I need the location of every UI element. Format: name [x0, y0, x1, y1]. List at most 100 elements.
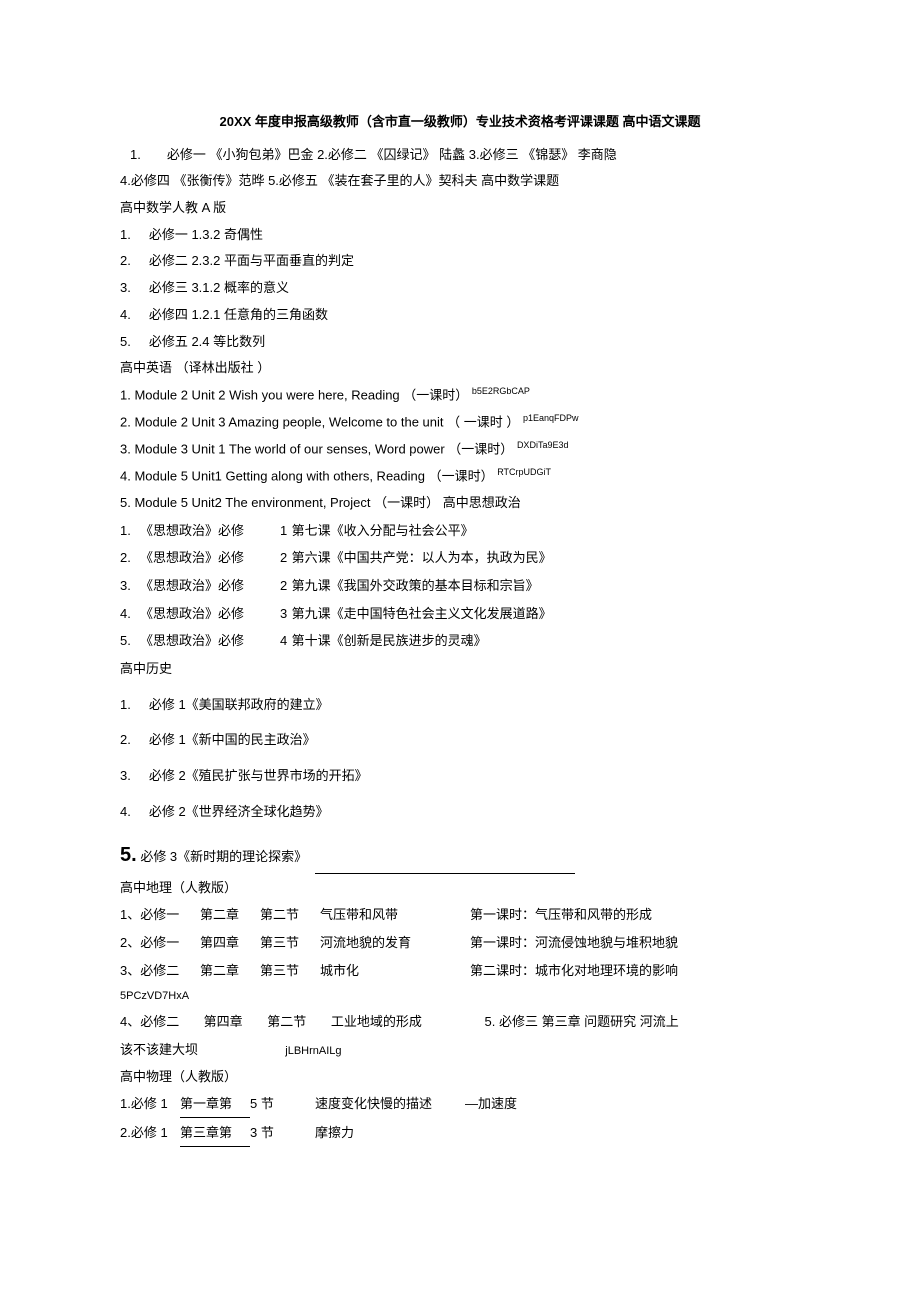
geo-head: 高中地理（人教版）	[120, 876, 800, 901]
math-item: 3. 必修三 3.1.2 概率的意义	[120, 276, 800, 301]
list-number: 1.	[120, 693, 131, 718]
geo-c2: 第二章	[200, 959, 260, 984]
geo-tail-a: 该不该建大坝	[120, 1042, 198, 1057]
geo-c3: 第三节	[260, 931, 320, 956]
politics-title: 第六课《中国共产党：以人为本，执政为民》	[292, 550, 552, 565]
phys-list: 1.必修 1第一章第5 节速度变化快慢的描述—加速度 2.必修 1第三章第3 节摩…	[120, 1092, 800, 1146]
list-number: 4.	[120, 468, 134, 483]
politics-book: 《思想政治》必修	[140, 574, 280, 599]
geo-row: 3、必修二第二章第三节城市化第二课时：城市化对地理环境的影响	[120, 959, 800, 984]
geo-c5: 第一课时：河流侵蚀地貌与堆积地貌	[470, 931, 678, 956]
phys-head: 高中物理（人教版）	[120, 1065, 800, 1090]
politics-list: 1.《思想政治》必修1 第七课《收入分配与社会公平》2.《思想政治》必修2 第六…	[120, 519, 800, 654]
english-item-text: Module 2 Unit 3 Amazing people, Welcome …	[134, 414, 519, 429]
phys-c2: 第一章第	[180, 1092, 250, 1118]
geo-c5: 第二课时：城市化对地理环境的影响	[470, 959, 678, 984]
list-number: 2.	[120, 546, 140, 571]
math-item: 2. 必修二 2.3.2 平面与平面垂直的判定	[120, 249, 800, 274]
politics-item: 4.《思想政治》必修3 第九课《走中国特色社会主义文化发展道路》	[120, 602, 800, 627]
list-number: 4.	[120, 800, 131, 825]
politics-vol: 2	[280, 546, 288, 571]
politics-vol: 3	[280, 602, 288, 627]
geo-c2: 第四章	[200, 931, 260, 956]
geo-c2: 第四章	[204, 1010, 264, 1035]
phys-c4: 摩擦力	[295, 1121, 465, 1146]
politics-item: 2.《思想政治》必修2 第六课《中国共产党：以人为本，执政为民》	[120, 546, 800, 571]
politics-vol: 1	[280, 519, 288, 544]
history-head: 高中历史	[120, 657, 800, 682]
phys-c5: —加速度	[465, 1092, 517, 1117]
math-item-text: 必修三 3.1.2 概率的意义	[149, 280, 289, 295]
history-item: 4.必修 2《世界经济全球化趋势》	[120, 800, 800, 825]
list-number: 2.	[120, 249, 131, 274]
geo-tail-b: jLBHrnAILg	[285, 1045, 341, 1057]
english-item: 4. Module 5 Unit1 Getting along with oth…	[120, 464, 800, 489]
geo-row: 2、必修一第四章第三节河流地貌的发育第一课时：河流侵蚀地貌与堆积地貌	[120, 931, 800, 956]
math-item: 4.必修四 1.2.1 任意角的三角函数	[120, 303, 800, 328]
geo-c4: 城市化	[320, 959, 470, 984]
history-item-5-text: 必修 3《新时期的理论探索》	[140, 849, 307, 864]
sup-code: DXDiTa9E3d	[517, 440, 569, 450]
underline-rule	[315, 870, 575, 874]
math-item-text: 必修一 1.3.2 奇偶性	[149, 227, 263, 242]
geo-c1: 2、必修一	[120, 931, 200, 956]
math-item-text: 必修二 2.3.2 平面与平面垂直的判定	[149, 253, 354, 268]
politics-vol: 2	[280, 574, 288, 599]
english-item-text: Module 3 Unit 1 The world of our senses,…	[134, 441, 513, 456]
english-head: 高中英语 （译林出版社 ）	[120, 356, 800, 381]
politics-item: 5.《思想政治》必修4 第十课《创新是民族进步的灵魂》	[120, 629, 800, 654]
history-item-text: 必修 2《殖民扩张与世界市场的开拓》	[149, 768, 368, 783]
math-item: 5.必修五 2.4 等比数列	[120, 330, 800, 355]
english-item-text: Module 5 Unit1 Getting along with others…	[134, 468, 493, 483]
geo-c4: 河流地貌的发育	[320, 931, 470, 956]
chinese-line-1: 1. 必修一 《小狗包弟》巴金 2.必修二 《囚绿记》 陆蠡 3.必修三 《锦瑟…	[120, 143, 800, 168]
phys-c4: 速度变化快慢的描述	[295, 1092, 465, 1117]
math-item-text: 必修五 2.4 等比数列	[149, 334, 265, 349]
geo-c3: 第二节	[267, 1010, 327, 1035]
sup-code: b5E2RGbCAP	[472, 386, 530, 396]
politics-book: 《思想政治》必修	[140, 602, 280, 627]
politics-vol: 4	[280, 629, 288, 654]
politics-title: 第七课《收入分配与社会公平》	[292, 523, 474, 538]
english-list: 1. Module 2 Unit 2 Wish you were here, R…	[120, 383, 800, 489]
geo-c1: 4、必修二	[120, 1010, 200, 1035]
geo-row: 1、必修一第二章第二节气压带和风带第一课时：气压带和风带的形成	[120, 903, 800, 928]
big-5-number: 5.	[120, 844, 137, 866]
history-item-text: 必修 1《新中国的民主政治》	[149, 732, 316, 747]
phys-c3: 5 节	[250, 1092, 295, 1117]
list-number: 1.	[120, 519, 140, 544]
geo-c2: 第二章	[200, 903, 260, 928]
list-number: 3.	[120, 276, 131, 301]
politics-book: 《思想政治》必修	[140, 519, 280, 544]
geo-list: 1、必修一第二章第二节气压带和风带第一课时：气压带和风带的形成2、必修一第四章第…	[120, 903, 800, 983]
english-item-5: 5. Module 5 Unit2 The environment, Proje…	[120, 491, 800, 516]
history-item: 1. 必修 1《美国联邦政府的建立》	[120, 693, 800, 718]
history-list: 1. 必修 1《美国联邦政府的建立》 2. 必修 1《新中国的民主政治》 3. 必修 2《…	[120, 693, 800, 825]
list-number: 2.	[120, 728, 131, 753]
politics-book: 《思想政治》必修	[140, 546, 280, 571]
math-head: 高中数学人教 A 版	[120, 196, 800, 221]
list-number: 3.	[120, 764, 131, 789]
list-number: 2.	[120, 414, 134, 429]
geo-c5: 5. 必修三 第三章 问题研究 河流上	[485, 1010, 679, 1035]
phys-row: 2.必修 1第三章第3 节摩擦力	[120, 1121, 800, 1147]
politics-book: 《思想政治》必修	[140, 629, 280, 654]
history-item-text: 必修 1《美国联邦政府的建立》	[149, 697, 329, 712]
phys-c1: 2.必修 1	[120, 1121, 180, 1146]
english-item: 3. Module 3 Unit 1 The world of our sens…	[120, 437, 800, 462]
geo-c3: 第三节	[260, 959, 320, 984]
geo-row-4: 4、必修二 第四章 第二节 工业地域的形成 5. 必修三 第三章 问题研究 河流…	[120, 1010, 800, 1035]
politics-title: 第九课《走中国特色社会主义文化发展道路》	[292, 606, 552, 621]
history-item: 2. 必修 1《新中国的民主政治》	[120, 728, 800, 753]
math-item: 1.必修一 1.3.2 奇偶性	[120, 223, 800, 248]
phys-row: 1.必修 1第一章第5 节速度变化快慢的描述—加速度	[120, 1092, 800, 1118]
list-number: 5.	[120, 629, 140, 654]
page-title: 20XX 年度申报高级教师（含市直一级教师）专业技术资格考评课课题 高中语文课题	[120, 110, 800, 135]
geo-c4: 气压带和风带	[320, 903, 470, 928]
history-item-5: 5. 必修 3《新时期的理论探索》	[120, 836, 800, 874]
chinese-line-2: 4.必修四 《张衡传》范晔 5.必修五 《装在套子里的人》契科夫 高中数学课题	[120, 169, 800, 194]
geo-c4: 工业地域的形成	[331, 1010, 481, 1035]
english-item: 2. Module 2 Unit 3 Amazing people, Welco…	[120, 410, 800, 435]
math-item-text: 必修四 1.2.1 任意角的三角函数	[149, 307, 328, 322]
english-item-text: Module 2 Unit 2 Wish you were here, Read…	[134, 387, 468, 402]
